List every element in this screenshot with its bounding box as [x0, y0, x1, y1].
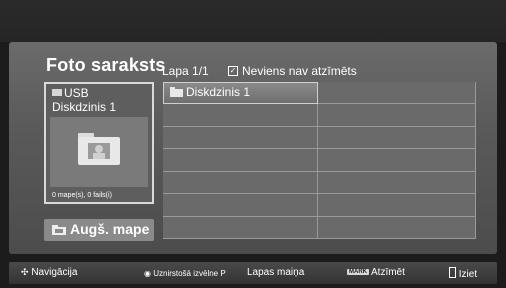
- grid-cell[interactable]: [318, 149, 476, 172]
- popup-menu-hint: ◉ Uznirstošā izvēlne P: [144, 269, 226, 278]
- folder-up-icon: [52, 225, 66, 235]
- grid-cell[interactable]: [318, 194, 476, 217]
- footer-help-bar: ✣ Navigācija ◉ Uznirstošā izvēlne P Lapa…: [9, 262, 497, 284]
- mark-hint: MARK Atzīmēt: [347, 267, 405, 278]
- nav-hint: ✣ Navigācija: [21, 267, 77, 278]
- device-card-usb[interactable]: USB Diskdzinis 1 0 mape(s), 0 fails(i): [44, 82, 154, 204]
- checkbox-icon: ✓: [228, 66, 238, 76]
- device-file-count: 0 mape(s), 0 fails(i): [52, 192, 112, 199]
- up-folder-button[interactable]: Augš. mape: [44, 219, 154, 241]
- exit-hint: Iziet: [449, 267, 477, 280]
- exit-icon: [449, 267, 456, 278]
- device-thumbnail: [50, 117, 148, 187]
- grid-cell[interactable]: [318, 104, 476, 127]
- device-name-line1: USB: [64, 86, 89, 100]
- exit-label: Iziet: [458, 269, 478, 280]
- mark-key-icon: MARK: [347, 269, 369, 276]
- device-name-line2: Diskdzinis 1: [52, 100, 117, 114]
- grid-cell[interactable]: [163, 216, 318, 239]
- small-folder-icon: [52, 89, 62, 96]
- nav-arrows-icon: ✣: [21, 267, 29, 277]
- grid-cell[interactable]: [163, 149, 318, 172]
- grid-cell[interactable]: [318, 216, 476, 239]
- grid-cell[interactable]: [318, 82, 476, 105]
- folder-icon: [78, 133, 120, 165]
- nav-label: Navigācija: [31, 267, 78, 278]
- page-title: Foto saraksts: [46, 55, 166, 75]
- mark-label: Atzīmēt: [371, 267, 405, 278]
- grid-item-folder[interactable]: Diskdzinis 1: [163, 82, 318, 105]
- device-name: USB Diskdzinis 1: [52, 86, 116, 114]
- grid-cell[interactable]: [318, 171, 476, 195]
- ok-button-icon: ◉: [144, 269, 151, 278]
- page-indicator: Lapa 1/1: [162, 64, 209, 78]
- grid-cell[interactable]: [163, 194, 318, 217]
- file-grid: Diskdzinis 1: [163, 82, 476, 239]
- folder-icon: [170, 87, 183, 97]
- grid-item-label: Diskdzinis 1: [186, 85, 251, 99]
- top-band: [0, 0, 506, 42]
- grid-cell[interactable]: [163, 104, 318, 127]
- page-change-label: Lapas maiņa: [247, 267, 305, 278]
- page-key-icon: P: [220, 269, 226, 278]
- grid-cell[interactable]: [163, 171, 318, 195]
- marked-status: Neviens nav atzīmēts: [242, 64, 357, 78]
- grid-cell[interactable]: [318, 126, 476, 150]
- grid-cell[interactable]: [163, 126, 318, 150]
- popup-menu-label: Uznirstošā izvēlne: [153, 269, 219, 278]
- up-folder-label: Augš. mape: [70, 221, 150, 237]
- page-change-hint: Lapas maiņa: [247, 267, 304, 278]
